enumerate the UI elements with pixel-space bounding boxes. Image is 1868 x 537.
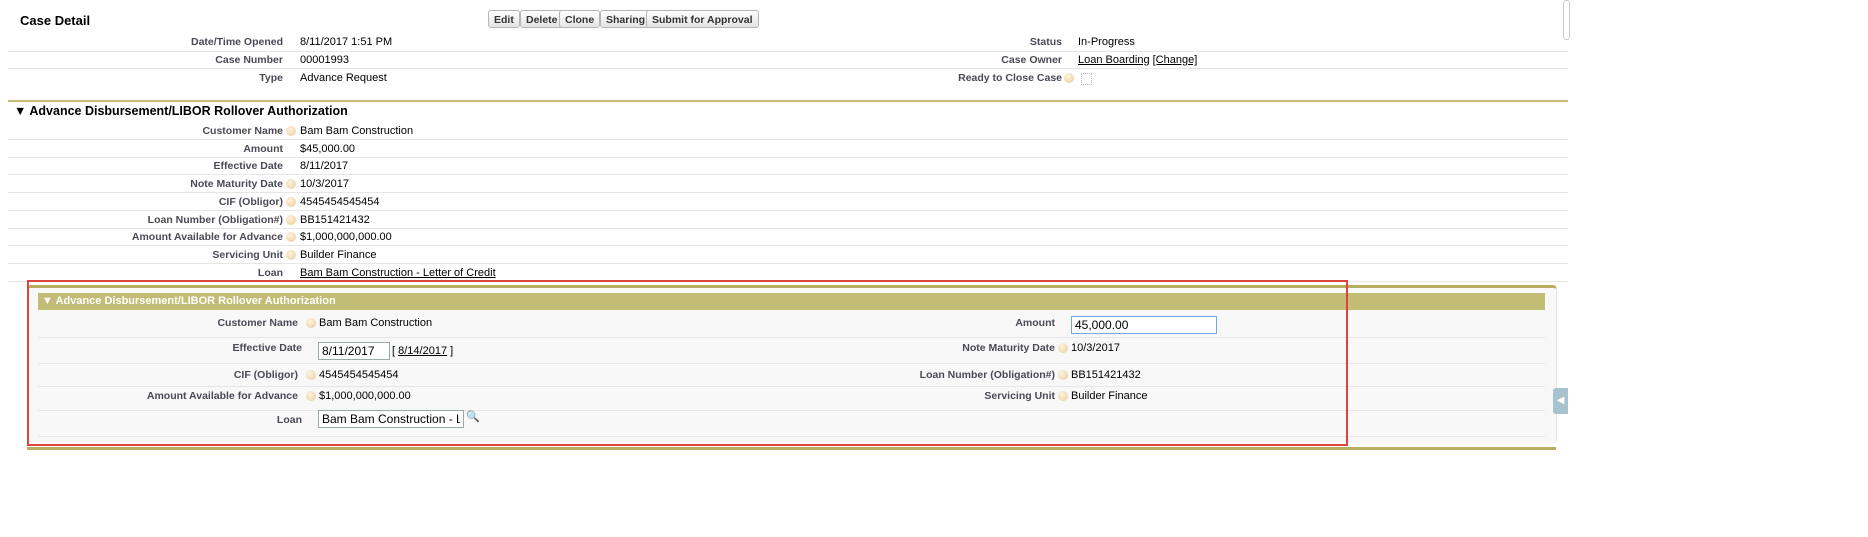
field-label: Amount	[243, 142, 283, 155]
collapse-triangle-icon: ▼	[14, 104, 30, 118]
divider	[8, 192, 1568, 194]
field-label: Customer Name	[202, 125, 283, 137]
divider	[8, 139, 1568, 140]
divider	[8, 174, 1568, 176]
submit-for-approval-button[interactable]: Submit for Approval	[646, 10, 759, 28]
divider	[8, 245, 1568, 247]
delete-button[interactable]: Delete	[520, 10, 564, 28]
section-header[interactable]: ▼ Advance Disbursement/LIBOR Rollover Au…	[14, 104, 348, 118]
divider	[8, 227, 1568, 229]
highlight-box	[27, 280, 1348, 446]
case-number-value: 00001993	[300, 54, 349, 66]
sharing-button[interactable]: Sharing	[600, 10, 652, 28]
date-opened-value: 8/11/2017 1:51 PM	[300, 36, 393, 48]
case-owner-link[interactable]: Loan Boarding	[1078, 54, 1150, 66]
section-divider	[27, 447, 1556, 450]
type-value: Advance Request	[300, 72, 387, 84]
case-owner-label: Case Owner	[1001, 54, 1062, 66]
sidebar-toggle-button[interactable]: ◀	[1553, 388, 1568, 414]
scrollbar[interactable]	[1563, 0, 1570, 40]
field-value: BB151421432	[300, 213, 370, 226]
field-value: $45,000.00	[300, 142, 356, 155]
help-icon[interactable]	[286, 196, 296, 207]
field-label: CIF (Obligor)	[218, 195, 283, 208]
help-icon[interactable]	[286, 214, 296, 225]
help-icon[interactable]	[286, 179, 296, 190]
ready-to-close-label: Ready to Close Case	[958, 72, 1062, 84]
field-label: Date/Time Opened	[191, 36, 283, 48]
field-label: Type	[259, 72, 283, 84]
field-label: Note Maturity Date	[190, 178, 283, 191]
field-value: Bam Bam Construction	[300, 125, 414, 137]
case-owner-value: Loan Boarding [Change]	[1078, 54, 1197, 66]
field-value: $1,000,000,000.00	[300, 231, 392, 244]
field-value: 10/3/2017	[300, 178, 349, 191]
divider	[8, 51, 1568, 52]
page-title: Case Detail	[20, 13, 91, 28]
help-icon[interactable]	[286, 232, 296, 243]
status-label: Status	[1029, 36, 1062, 48]
field-label: Loan Number (Obligation#)	[147, 213, 283, 226]
section-divider	[8, 100, 1568, 102]
help-icon[interactable]	[1064, 73, 1074, 83]
field-label: Effective Date	[213, 160, 283, 173]
field-value: 4545454545454	[300, 195, 380, 208]
field-label: Servicing Unit	[212, 248, 283, 261]
field-value: 8/11/2017	[300, 160, 349, 173]
field-label: Loan	[257, 266, 283, 279]
field-value: Builder Finance	[300, 248, 377, 261]
change-owner-link[interactable]: [Change]	[1153, 54, 1198, 66]
divider	[8, 209, 1568, 211]
field-label: Case Number	[215, 54, 283, 66]
section-title: Advance Disbursement/LIBOR Rollover Auth…	[29, 104, 348, 118]
field-label: Amount Available for Advance	[131, 231, 283, 244]
ready-to-close-checkbox[interactable]	[1081, 73, 1092, 85]
edit-button[interactable]: Edit	[488, 10, 520, 28]
help-icon[interactable]	[286, 249, 296, 260]
divider	[8, 156, 1568, 158]
clone-button[interactable]: Clone	[559, 10, 601, 28]
status-value: In-Progress	[1078, 36, 1135, 48]
help-icon[interactable]	[286, 126, 296, 136]
divider	[8, 262, 1568, 264]
divider	[8, 68, 1568, 69]
loan-link[interactable]: Bam Bam Construction - Letter of Credit	[300, 267, 496, 279]
